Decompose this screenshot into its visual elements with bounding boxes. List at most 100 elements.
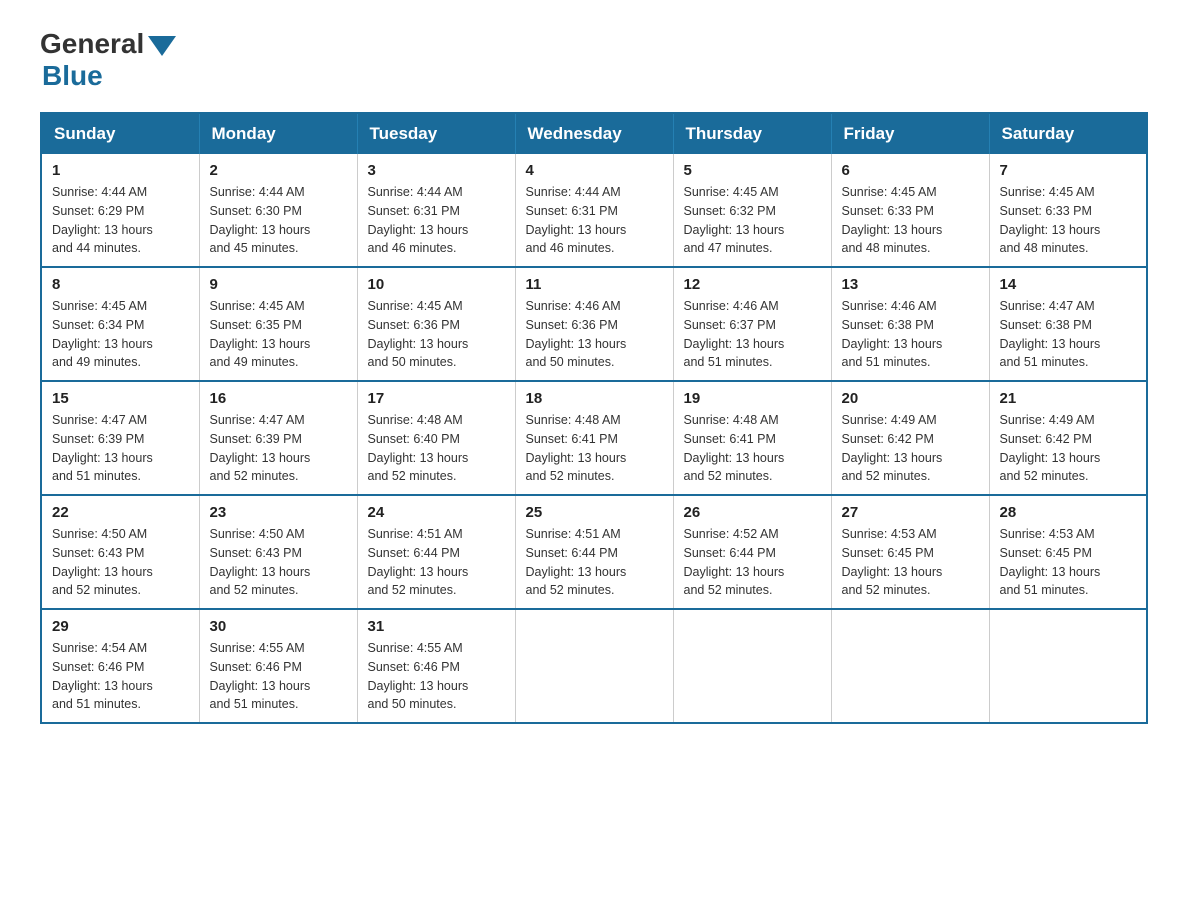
calendar-cell: 14 Sunrise: 4:47 AM Sunset: 6:38 PM Dayl…: [989, 267, 1147, 381]
day-info: Sunrise: 4:45 AM Sunset: 6:32 PM Dayligh…: [684, 183, 821, 258]
day-info: Sunrise: 4:44 AM Sunset: 6:29 PM Dayligh…: [52, 183, 189, 258]
calendar-week-row: 15 Sunrise: 4:47 AM Sunset: 6:39 PM Dayl…: [41, 381, 1147, 495]
day-number: 7: [1000, 162, 1137, 179]
calendar-cell: 20 Sunrise: 4:49 AM Sunset: 6:42 PM Dayl…: [831, 381, 989, 495]
calendar-cell: 29 Sunrise: 4:54 AM Sunset: 6:46 PM Dayl…: [41, 609, 199, 723]
calendar-cell: 10 Sunrise: 4:45 AM Sunset: 6:36 PM Dayl…: [357, 267, 515, 381]
day-number: 31: [368, 618, 505, 635]
calendar-cell: 21 Sunrise: 4:49 AM Sunset: 6:42 PM Dayl…: [989, 381, 1147, 495]
day-number: 4: [526, 162, 663, 179]
calendar-cell: 22 Sunrise: 4:50 AM Sunset: 6:43 PM Dayl…: [41, 495, 199, 609]
day-number: 3: [368, 162, 505, 179]
calendar-cell: 1 Sunrise: 4:44 AM Sunset: 6:29 PM Dayli…: [41, 154, 199, 267]
day-number: 6: [842, 162, 979, 179]
day-number: 24: [368, 504, 505, 521]
day-info: Sunrise: 4:50 AM Sunset: 6:43 PM Dayligh…: [210, 525, 347, 600]
day-info: Sunrise: 4:54 AM Sunset: 6:46 PM Dayligh…: [52, 639, 189, 714]
day-number: 10: [368, 276, 505, 293]
calendar-cell: 5 Sunrise: 4:45 AM Sunset: 6:32 PM Dayli…: [673, 154, 831, 267]
day-number: 20: [842, 390, 979, 407]
day-number: 8: [52, 276, 189, 293]
day-info: Sunrise: 4:44 AM Sunset: 6:31 PM Dayligh…: [526, 183, 663, 258]
logo-blue-text: Blue: [42, 60, 103, 92]
day-number: 23: [210, 504, 347, 521]
day-info: Sunrise: 4:45 AM Sunset: 6:35 PM Dayligh…: [210, 297, 347, 372]
day-number: 18: [526, 390, 663, 407]
calendar-cell: 8 Sunrise: 4:45 AM Sunset: 6:34 PM Dayli…: [41, 267, 199, 381]
day-info: Sunrise: 4:49 AM Sunset: 6:42 PM Dayligh…: [842, 411, 979, 486]
days-header-row: SundayMondayTuesdayWednesdayThursdayFrid…: [41, 113, 1147, 154]
day-info: Sunrise: 4:45 AM Sunset: 6:36 PM Dayligh…: [368, 297, 505, 372]
day-header-tuesday: Tuesday: [357, 113, 515, 154]
calendar-week-row: 22 Sunrise: 4:50 AM Sunset: 6:43 PM Dayl…: [41, 495, 1147, 609]
calendar-cell: [673, 609, 831, 723]
day-info: Sunrise: 4:55 AM Sunset: 6:46 PM Dayligh…: [368, 639, 505, 714]
day-info: Sunrise: 4:47 AM Sunset: 6:39 PM Dayligh…: [52, 411, 189, 486]
day-number: 9: [210, 276, 347, 293]
day-number: 27: [842, 504, 979, 521]
day-info: Sunrise: 4:49 AM Sunset: 6:42 PM Dayligh…: [1000, 411, 1137, 486]
calendar-cell: 3 Sunrise: 4:44 AM Sunset: 6:31 PM Dayli…: [357, 154, 515, 267]
calendar-cell: 23 Sunrise: 4:50 AM Sunset: 6:43 PM Dayl…: [199, 495, 357, 609]
calendar-cell: 12 Sunrise: 4:46 AM Sunset: 6:37 PM Dayl…: [673, 267, 831, 381]
day-number: 17: [368, 390, 505, 407]
calendar-cell: 6 Sunrise: 4:45 AM Sunset: 6:33 PM Dayli…: [831, 154, 989, 267]
day-number: 16: [210, 390, 347, 407]
calendar-table: SundayMondayTuesdayWednesdayThursdayFrid…: [40, 112, 1148, 724]
calendar-cell: 24 Sunrise: 4:51 AM Sunset: 6:44 PM Dayl…: [357, 495, 515, 609]
calendar-cell: 13 Sunrise: 4:46 AM Sunset: 6:38 PM Dayl…: [831, 267, 989, 381]
calendar-cell: 19 Sunrise: 4:48 AM Sunset: 6:41 PM Dayl…: [673, 381, 831, 495]
calendar-cell: 25 Sunrise: 4:51 AM Sunset: 6:44 PM Dayl…: [515, 495, 673, 609]
calendar-cell: 15 Sunrise: 4:47 AM Sunset: 6:39 PM Dayl…: [41, 381, 199, 495]
calendar-cell: 16 Sunrise: 4:47 AM Sunset: 6:39 PM Dayl…: [199, 381, 357, 495]
day-header-saturday: Saturday: [989, 113, 1147, 154]
day-info: Sunrise: 4:47 AM Sunset: 6:38 PM Dayligh…: [1000, 297, 1137, 372]
calendar-cell: 30 Sunrise: 4:55 AM Sunset: 6:46 PM Dayl…: [199, 609, 357, 723]
day-number: 14: [1000, 276, 1137, 293]
day-info: Sunrise: 4:45 AM Sunset: 6:33 PM Dayligh…: [1000, 183, 1137, 258]
day-info: Sunrise: 4:48 AM Sunset: 6:41 PM Dayligh…: [684, 411, 821, 486]
calendar-cell: [831, 609, 989, 723]
day-number: 30: [210, 618, 347, 635]
day-header-wednesday: Wednesday: [515, 113, 673, 154]
logo: General Blue: [40, 30, 176, 92]
day-info: Sunrise: 4:45 AM Sunset: 6:34 PM Dayligh…: [52, 297, 189, 372]
day-number: 1: [52, 162, 189, 179]
day-info: Sunrise: 4:53 AM Sunset: 6:45 PM Dayligh…: [842, 525, 979, 600]
day-number: 19: [684, 390, 821, 407]
day-number: 12: [684, 276, 821, 293]
day-info: Sunrise: 4:51 AM Sunset: 6:44 PM Dayligh…: [368, 525, 505, 600]
day-number: 11: [526, 276, 663, 293]
calendar-cell: 4 Sunrise: 4:44 AM Sunset: 6:31 PM Dayli…: [515, 154, 673, 267]
day-number: 22: [52, 504, 189, 521]
calendar-cell: 26 Sunrise: 4:52 AM Sunset: 6:44 PM Dayl…: [673, 495, 831, 609]
calendar-cell: 9 Sunrise: 4:45 AM Sunset: 6:35 PM Dayli…: [199, 267, 357, 381]
day-info: Sunrise: 4:52 AM Sunset: 6:44 PM Dayligh…: [684, 525, 821, 600]
day-info: Sunrise: 4:51 AM Sunset: 6:44 PM Dayligh…: [526, 525, 663, 600]
calendar-cell: 2 Sunrise: 4:44 AM Sunset: 6:30 PM Dayli…: [199, 154, 357, 267]
day-info: Sunrise: 4:50 AM Sunset: 6:43 PM Dayligh…: [52, 525, 189, 600]
day-number: 25: [526, 504, 663, 521]
day-info: Sunrise: 4:53 AM Sunset: 6:45 PM Dayligh…: [1000, 525, 1137, 600]
day-info: Sunrise: 4:55 AM Sunset: 6:46 PM Dayligh…: [210, 639, 347, 714]
day-info: Sunrise: 4:48 AM Sunset: 6:41 PM Dayligh…: [526, 411, 663, 486]
day-info: Sunrise: 4:46 AM Sunset: 6:37 PM Dayligh…: [684, 297, 821, 372]
calendar-week-row: 29 Sunrise: 4:54 AM Sunset: 6:46 PM Dayl…: [41, 609, 1147, 723]
day-info: Sunrise: 4:46 AM Sunset: 6:38 PM Dayligh…: [842, 297, 979, 372]
day-number: 21: [1000, 390, 1137, 407]
day-header-sunday: Sunday: [41, 113, 199, 154]
day-info: Sunrise: 4:44 AM Sunset: 6:30 PM Dayligh…: [210, 183, 347, 258]
calendar-cell: 28 Sunrise: 4:53 AM Sunset: 6:45 PM Dayl…: [989, 495, 1147, 609]
day-info: Sunrise: 4:48 AM Sunset: 6:40 PM Dayligh…: [368, 411, 505, 486]
calendar-cell: 17 Sunrise: 4:48 AM Sunset: 6:40 PM Dayl…: [357, 381, 515, 495]
day-header-friday: Friday: [831, 113, 989, 154]
day-number: 5: [684, 162, 821, 179]
logo-general-text: General: [40, 30, 144, 58]
page-header: General Blue: [40, 30, 1148, 92]
day-number: 15: [52, 390, 189, 407]
calendar-week-row: 1 Sunrise: 4:44 AM Sunset: 6:29 PM Dayli…: [41, 154, 1147, 267]
day-info: Sunrise: 4:47 AM Sunset: 6:39 PM Dayligh…: [210, 411, 347, 486]
calendar-cell: 27 Sunrise: 4:53 AM Sunset: 6:45 PM Dayl…: [831, 495, 989, 609]
calendar-week-row: 8 Sunrise: 4:45 AM Sunset: 6:34 PM Dayli…: [41, 267, 1147, 381]
calendar-cell: [515, 609, 673, 723]
